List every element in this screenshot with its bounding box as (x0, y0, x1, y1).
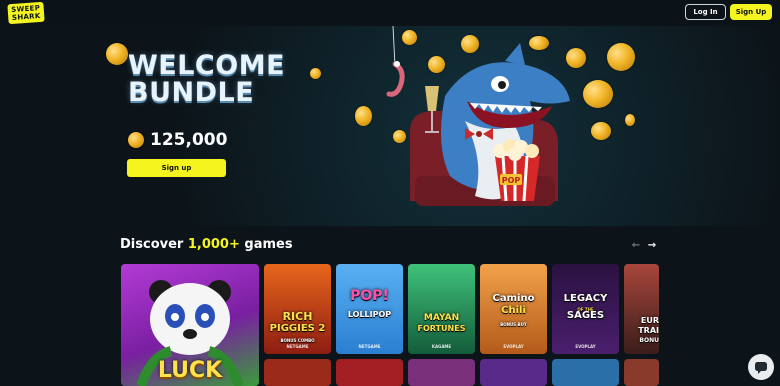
hero-title-line-2: BUNDLE (128, 77, 255, 108)
game-badge: BONUS BUY (500, 322, 527, 327)
game-card[interactable]: LEGACY OF THE SAGES EVOPLAY (552, 264, 619, 354)
top-nav: SWEEP SHARK Log In Sign Up (0, 0, 780, 26)
game-title-2: Chili (501, 305, 526, 316)
game-title: EUR (640, 316, 659, 325)
game-provider: EVOPLAY (575, 344, 596, 349)
game-title: Camino (492, 293, 535, 304)
featured-game-title: LUCK (157, 358, 223, 383)
bundle-amount: 125,000 (150, 130, 228, 150)
chevron-left-icon[interactable]: ← (630, 240, 642, 252)
login-button[interactable]: Log In (685, 4, 726, 20)
game-card[interactable] (552, 359, 619, 386)
game-title: RICH (282, 310, 313, 323)
game-title-2: LOLLIPOP (347, 310, 392, 319)
game-title-2: FORTUNES (417, 324, 466, 333)
hero-title-line-1: WELCOME (128, 50, 286, 81)
chat-icon (755, 362, 767, 374)
chat-button[interactable] (748, 354, 774, 380)
game-title-2: SAGES (566, 310, 605, 321)
game-card[interactable]: MAYAN FORTUNES KAGAME (408, 264, 475, 354)
game-badge: BONU (639, 337, 659, 344)
popcorn-label: POP (502, 176, 521, 185)
game-card[interactable]: EUR TRAI BONU (624, 264, 659, 354)
coin-icon (106, 43, 128, 65)
game-card[interactable] (480, 359, 547, 386)
game-card[interactable]: Camino Chili BONUS BUY EVOPLAY (480, 264, 547, 354)
game-card[interactable]: RICH PIGGIES 2 BONUS COMBO NETGAME (264, 264, 331, 354)
header-signup-button[interactable]: Sign Up (730, 4, 772, 20)
hero-title: WELCOME BUNDLE (128, 50, 286, 108)
game-provider: KAGAME (431, 344, 452, 349)
featured-game-card[interactable]: LUCK (121, 264, 259, 386)
game-card[interactable] (624, 359, 659, 386)
games-section-title: Discover 1,000+ games (120, 237, 293, 253)
chevron-right-icon[interactable]: → (646, 240, 658, 252)
coin-icon (128, 132, 144, 148)
logo-line-2: SHARK (11, 12, 41, 22)
title-prefix: Discover (120, 237, 188, 252)
game-provider: NETGAME (286, 344, 309, 349)
game-provider: NETGAME (358, 344, 381, 349)
sweep-shark-logo[interactable]: SWEEP SHARK (7, 1, 45, 25)
game-title-2: PIGGIES 2 (269, 323, 326, 334)
game-title: LEGACY (563, 293, 608, 304)
game-card[interactable] (336, 359, 403, 386)
game-card[interactable] (408, 359, 475, 386)
games-count: 1,000+ (187, 237, 240, 252)
game-card[interactable] (264, 359, 331, 386)
shark-mascot-illustration: POP (386, 26, 570, 206)
title-suffix: games (239, 237, 293, 252)
game-title-2: TRAI (638, 326, 659, 335)
hero-signup-button[interactable]: Sign up (127, 159, 226, 177)
game-provider: EVOPLAY (503, 344, 524, 349)
game-title: POP! (350, 288, 389, 304)
game-title: MAYAN (423, 313, 460, 323)
coin-icon (310, 68, 321, 79)
game-card[interactable]: POP! LOLLIPOP NETGAME (336, 264, 403, 354)
